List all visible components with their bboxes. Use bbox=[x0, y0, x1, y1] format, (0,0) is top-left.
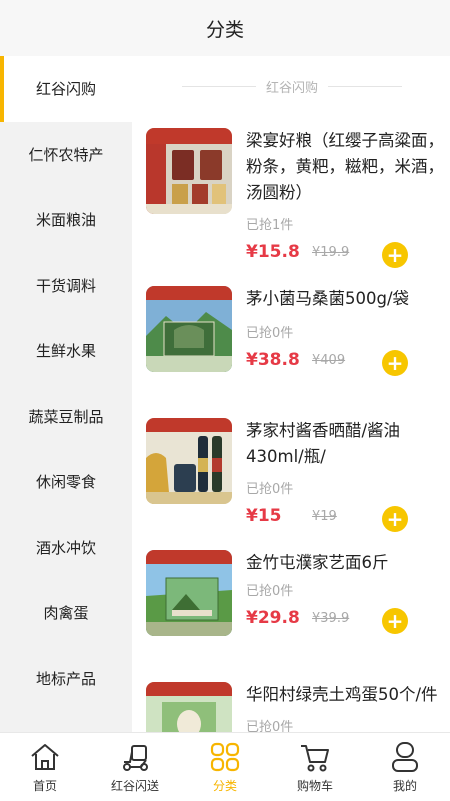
product-image[interactable] bbox=[146, 682, 232, 732]
product-card[interactable]: 梁宴好粮（红缨子高粱面，粉条，黄粑，糍粑，米酒，汤圆粉） 已抢1件 ¥15.8 … bbox=[132, 128, 450, 278]
sold-count: 已抢0件 bbox=[246, 720, 294, 732]
category-sidebar: 红谷闪购 仁怀农特产 米面粮油 干货调料 生鲜水果 蔬菜豆制品 休闲零食 酒水冲… bbox=[0, 56, 132, 732]
product-card[interactable]: 华阳村绿壳土鸡蛋50个/件 已抢0件 bbox=[132, 682, 450, 732]
divider bbox=[328, 85, 403, 87]
product-card[interactable]: 金竹屯濮家艺面6斤 已抢0件 ¥29.8 ¥39.9 + bbox=[132, 550, 450, 670]
sold-count: 已抢0件 bbox=[246, 584, 294, 599]
product-image[interactable] bbox=[146, 286, 232, 372]
tab-home[interactable]: 首页 bbox=[0, 733, 90, 801]
sidebar-item-snacks[interactable]: 休闲零食 bbox=[0, 449, 132, 515]
product-list: 红谷闪购 梁宴好粮（红缨子高粱面，粉条，黄粑，糍粑，米酒，汤圆粉） 已抢1件 ¥… bbox=[132, 56, 450, 732]
original-price: ¥19 bbox=[312, 509, 337, 524]
sidebar-item-label: 仁怀农特产 bbox=[28, 145, 104, 164]
product-name[interactable]: 茅小菌马桑菌500g/袋 bbox=[246, 286, 446, 312]
product-name[interactable]: 茅家村酱香晒醋/酱油430ml/瓶/ bbox=[246, 418, 446, 470]
product-image[interactable] bbox=[146, 128, 232, 214]
product-price: ¥29.8 bbox=[246, 608, 300, 628]
profile-icon bbox=[392, 742, 418, 772]
add-to-cart-button[interactable]: + bbox=[382, 608, 408, 634]
plus-icon: + bbox=[386, 351, 404, 375]
add-to-cart-button[interactable]: + bbox=[382, 242, 408, 268]
page-title: 分类 bbox=[205, 18, 244, 41]
add-to-cart-button[interactable]: + bbox=[382, 506, 408, 532]
section-title: 红谷闪购 bbox=[266, 80, 319, 96]
category-grid-icon bbox=[210, 742, 240, 772]
sidebar-item-vegetables-tofu[interactable]: 蔬菜豆制品 bbox=[0, 384, 132, 450]
tab-flash-delivery[interactable]: 红谷闪送 bbox=[90, 733, 180, 801]
product-card[interactable]: 茅小菌马桑菌500g/袋 已抢0件 ¥38.8 ¥409 + bbox=[132, 286, 450, 406]
sidebar-item-rice-flour-oil[interactable]: 米面粮油 bbox=[0, 187, 132, 253]
original-price: ¥19.9 bbox=[312, 245, 350, 260]
sidebar-item-drinks[interactable]: 酒水冲饮 bbox=[0, 515, 132, 581]
product-price: ¥38.8 bbox=[246, 350, 300, 370]
original-price: ¥39.9 bbox=[312, 611, 350, 626]
plus-icon: + bbox=[386, 243, 404, 267]
product-image[interactable] bbox=[146, 418, 232, 504]
sidebar-item-fresh-fruit[interactable]: 生鲜水果 bbox=[0, 318, 132, 384]
product-name[interactable]: 金竹屯濮家艺面6斤 bbox=[246, 550, 446, 576]
page-header: 分类 bbox=[0, 0, 450, 56]
tab-cart[interactable]: 购物车 bbox=[270, 733, 360, 801]
home-icon bbox=[31, 744, 59, 770]
sidebar-item-renhuai-specialty[interactable]: 仁怀农特产 bbox=[0, 122, 132, 188]
product-name[interactable]: 梁宴好粮（红缨子高粱面，粉条，黄粑，糍粑，米酒，汤圆粉） bbox=[246, 128, 446, 206]
sold-count: 已抢1件 bbox=[246, 218, 294, 233]
sidebar-item-meat-poultry-eggs[interactable]: 肉禽蛋 bbox=[0, 580, 132, 646]
product-card[interactable]: 茅家村酱香晒醋/酱油430ml/瓶/ 已抢0件 ¥15 ¥19 + bbox=[132, 418, 450, 544]
sold-count: 已抢0件 bbox=[246, 326, 294, 341]
sidebar-item-label: 生鲜水果 bbox=[35, 342, 96, 361]
plus-icon: + bbox=[386, 609, 404, 633]
section-header: 红谷闪购 bbox=[172, 76, 412, 96]
plus-icon: + bbox=[386, 507, 404, 531]
tab-label: 红谷闪送 bbox=[110, 779, 159, 793]
sidebar-item-dry-goods-seasoning[interactable]: 干货调料 bbox=[0, 253, 132, 319]
tab-label: 我的 bbox=[392, 779, 417, 793]
sidebar-item-label: 休闲零食 bbox=[35, 473, 96, 492]
sidebar-item-label: 红谷闪购 bbox=[35, 80, 96, 99]
sold-count: 已抢0件 bbox=[246, 482, 294, 497]
delivery-scooter-icon bbox=[123, 745, 148, 771]
sidebar-item-label: 地标产品 bbox=[35, 669, 96, 688]
sidebar-item-label: 酒水冲饮 bbox=[35, 538, 96, 557]
product-price: ¥15.8 bbox=[246, 242, 300, 262]
original-price: ¥409 bbox=[312, 353, 346, 368]
cart-icon bbox=[301, 745, 329, 772]
product-price: ¥15 bbox=[246, 506, 282, 526]
bottom-tab-bar: 首页 红谷闪送 分类 购物车 我的 bbox=[0, 732, 450, 801]
tab-label: 首页 bbox=[32, 779, 57, 793]
tab-profile[interactable]: 我的 bbox=[360, 733, 450, 801]
sidebar-item-label: 蔬菜豆制品 bbox=[28, 407, 104, 426]
product-image[interactable] bbox=[146, 550, 232, 636]
add-to-cart-button[interactable]: + bbox=[382, 350, 408, 376]
tab-label: 购物车 bbox=[296, 779, 333, 793]
tab-label: 分类 bbox=[212, 779, 237, 793]
sidebar-item-hong-gu-flash[interactable]: 红谷闪购 bbox=[0, 56, 132, 122]
sidebar-item-label: 干货调料 bbox=[35, 276, 96, 295]
divider bbox=[182, 85, 256, 87]
sidebar-item-label: 米面粮油 bbox=[35, 211, 96, 230]
sidebar-item-label: 肉禽蛋 bbox=[43, 604, 89, 623]
tab-category[interactable]: 分类 bbox=[180, 733, 270, 801]
sidebar-item-landmark-products[interactable]: 地标产品 bbox=[0, 646, 132, 712]
product-name[interactable]: 华阳村绿壳土鸡蛋50个/件 bbox=[246, 682, 450, 708]
